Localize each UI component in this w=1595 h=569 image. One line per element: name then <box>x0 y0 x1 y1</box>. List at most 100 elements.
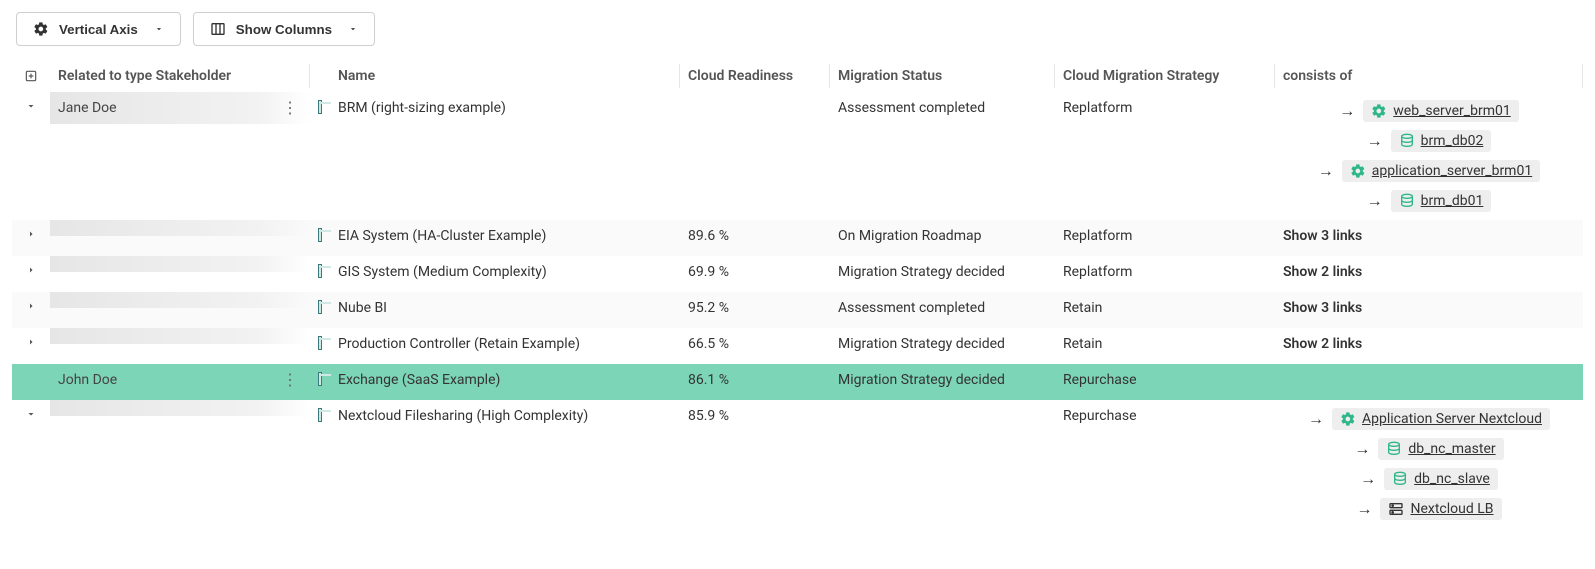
relation-label: application_server_brm01 <box>1372 163 1532 179</box>
stakeholder-cell <box>50 400 310 416</box>
relation-link[interactable]: → brm_db02 <box>1367 130 1492 152</box>
relation-link[interactable]: → Nextcloud LB <box>1356 498 1501 520</box>
arrow-right-icon: → <box>1308 409 1324 429</box>
relation-link[interactable]: →web_server_brm01 <box>1339 100 1518 122</box>
table-row: Nextcloud Filesharing (High Complexity)8… <box>12 400 1583 528</box>
database-icon <box>1399 133 1415 149</box>
col-header-strategy[interactable]: Cloud Migration Strategy <box>1055 64 1275 88</box>
table-row: John Doe⋮Exchange (SaaS Example)86.1 %Mi… <box>12 364 1583 400</box>
col-header-cloud-readiness[interactable]: Cloud Readiness <box>680 64 830 88</box>
item-type-icon <box>310 292 330 322</box>
stakeholder-cell <box>50 220 310 236</box>
expand-row-button[interactable] <box>12 220 50 248</box>
stakeholder-cell <box>50 292 310 308</box>
relation-link[interactable]: →brm_db01 <box>1367 190 1492 212</box>
migration-status-cell: Migration Strategy decided <box>830 256 1055 288</box>
arrow-right-icon: → <box>1367 131 1383 151</box>
vertical-axis-button[interactable]: Vertical Axis <box>16 12 181 46</box>
more-menu-button[interactable]: ⋮ <box>278 100 302 116</box>
consists-of-cell <box>1275 364 1583 380</box>
expand-all-button[interactable] <box>12 60 50 92</box>
strategy-cell: Retain <box>1055 328 1275 360</box>
collapse-row-button[interactable] <box>12 400 50 428</box>
show-links-button[interactable]: Show 3 links <box>1283 300 1362 316</box>
name-cell[interactable]: BRM (right-sizing example) <box>330 92 680 124</box>
application-icon <box>318 408 322 422</box>
name-cell[interactable]: Nube BI <box>330 292 680 324</box>
gear-icon <box>1371 103 1387 119</box>
name-cell[interactable]: Exchange (SaaS Example) <box>330 364 680 396</box>
application-icon <box>318 228 322 242</box>
relation-label: brm_db02 <box>1421 133 1484 149</box>
migration-status-cell: Migration Strategy decided <box>830 364 1055 396</box>
chevron-down-icon <box>154 24 164 34</box>
relation-chip[interactable]: Application Server Nextcloud <box>1332 408 1550 430</box>
name-cell[interactable]: Production Controller (Retain Example) <box>330 328 680 360</box>
more-menu-button[interactable]: ⋮ <box>278 372 302 388</box>
consists-of-cell: Show 2 links <box>1275 328 1583 360</box>
expand-row-button[interactable] <box>12 328 50 356</box>
table-row: Jane Doe⋮BRM (right-sizing example)Asses… <box>12 92 1583 220</box>
show-columns-button[interactable]: Show Columns <box>193 12 375 46</box>
show-links-button[interactable]: Show 2 links <box>1283 336 1362 352</box>
application-icon <box>318 336 322 350</box>
cloud-readiness-cell: 89.6 % <box>680 220 830 252</box>
table-row: Production Controller (Retain Example)66… <box>12 328 1583 364</box>
relation-label: brm_db01 <box>1421 193 1484 209</box>
relation-chip[interactable]: brm_db02 <box>1391 130 1492 152</box>
stakeholder-cell <box>50 256 310 272</box>
gear-icon <box>1350 163 1366 179</box>
relation-link[interactable]: → db_nc_master <box>1354 438 1503 460</box>
relation-chip[interactable]: web_server_brm01 <box>1363 100 1518 122</box>
show-links-button[interactable]: Show 2 links <box>1283 264 1362 280</box>
col-header-consists-of[interactable]: consists of <box>1275 64 1583 88</box>
cloud-readiness-cell: 85.9 % <box>680 400 830 432</box>
consists-of-cell: →web_server_brm01 → brm_db02 → application_s… <box>1275 92 1583 220</box>
cloud-readiness-cell: 69.9 % <box>680 256 830 288</box>
stakeholder-cell <box>50 328 310 344</box>
migration-status-cell <box>830 400 1055 416</box>
arrow-right-icon: → <box>1356 499 1372 519</box>
database-icon <box>1399 193 1415 209</box>
cloud-readiness-cell: 66.5 % <box>680 328 830 360</box>
col-header-stakeholder[interactable]: Related to type Stakeholder <box>50 64 310 88</box>
col-header-migration-status[interactable]: Migration Status <box>830 64 1055 88</box>
expand-row-button[interactable] <box>12 292 50 320</box>
col-header-name[interactable]: Name <box>330 64 680 88</box>
migration-status-cell: Assessment completed <box>830 292 1055 324</box>
collapse-group-button[interactable] <box>12 92 50 120</box>
application-icon <box>318 264 322 278</box>
strategy-cell: Replatform <box>1055 92 1275 124</box>
columns-icon <box>210 21 226 37</box>
name-cell[interactable]: GIS System (Medium Complexity) <box>330 256 680 288</box>
name-cell[interactable]: Nextcloud Filesharing (High Complexity) <box>330 400 680 432</box>
strategy-cell: Replatform <box>1055 220 1275 252</box>
gear-icon <box>33 21 49 37</box>
item-type-icon <box>310 92 330 122</box>
relation-link[interactable]: → db_nc_slave <box>1360 468 1498 490</box>
expand-row-button[interactable] <box>12 364 50 380</box>
show-links-button[interactable]: Show 3 links <box>1283 228 1362 244</box>
server-icon <box>1388 501 1404 517</box>
arrow-right-icon: → <box>1354 439 1370 459</box>
consists-of-cell: Show 3 links <box>1275 292 1583 324</box>
relation-link[interactable]: → application_server_brm01 <box>1318 160 1540 182</box>
expand-row-button[interactable] <box>12 256 50 284</box>
consists-of-cell: Show 3 links <box>1275 220 1583 252</box>
name-cell[interactable]: EIA System (HA-Cluster Example) <box>330 220 680 252</box>
arrow-right-icon: → <box>1360 469 1376 489</box>
relation-chip[interactable]: db_nc_slave <box>1384 468 1498 490</box>
relation-chip[interactable]: application_server_brm01 <box>1342 160 1540 182</box>
cloud-readiness-cell: 86.1 % <box>680 364 830 396</box>
stakeholder-name: Jane Doe <box>58 100 117 116</box>
relation-link[interactable]: → Application Server Nextcloud <box>1308 408 1550 430</box>
stakeholder-cell: Jane Doe ⋮ <box>50 92 310 124</box>
arrow-right-icon: → <box>1318 161 1334 181</box>
migration-status-cell: On Migration Roadmap <box>830 220 1055 252</box>
relation-chip[interactable]: brm_db01 <box>1391 190 1492 212</box>
migration-status-cell: Migration Strategy decided <box>830 328 1055 360</box>
application-icon <box>318 372 322 386</box>
relation-chip[interactable]: db_nc_master <box>1378 438 1503 460</box>
relation-chip[interactable]: Nextcloud LB <box>1380 498 1501 520</box>
item-type-icon <box>310 328 330 358</box>
